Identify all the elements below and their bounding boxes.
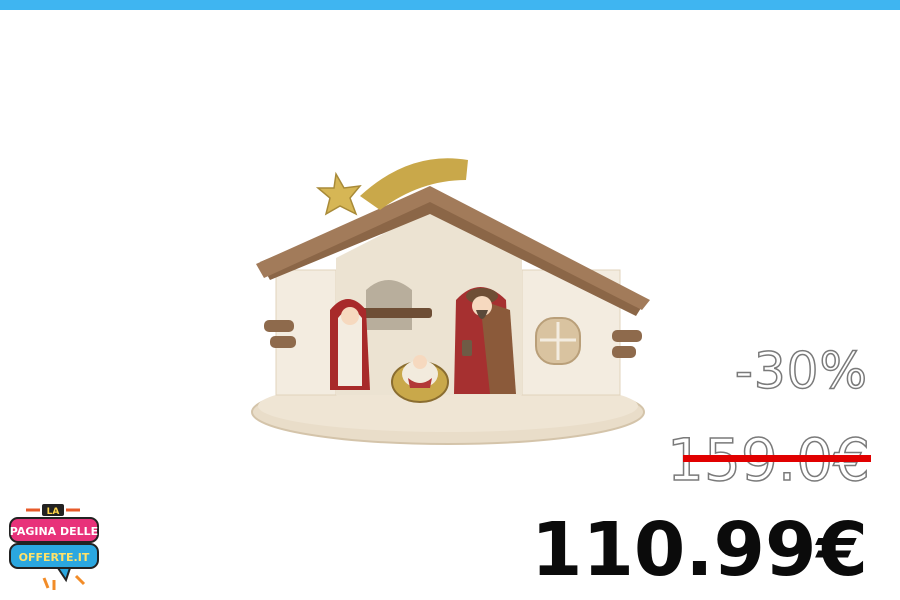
product-image (240, 150, 660, 450)
price-strikethrough (683, 455, 871, 462)
logo-text-offerte: OFFERTE.IT (19, 551, 90, 564)
nativity-hut-illustration (251, 158, 650, 445)
logo-text-pagina: PAGINA DELLE (10, 525, 98, 538)
top-accent-bar (0, 0, 900, 10)
site-logo: LA PAGINA DELLE OFFERTE.IT (8, 500, 100, 594)
logo-text-la: LA (47, 507, 60, 517)
discount-badge: -30% (734, 341, 868, 401)
sale-price: 110.99€ (530, 507, 868, 593)
logo-graphic: LA PAGINA DELLE OFFERTE.IT (9, 504, 99, 590)
